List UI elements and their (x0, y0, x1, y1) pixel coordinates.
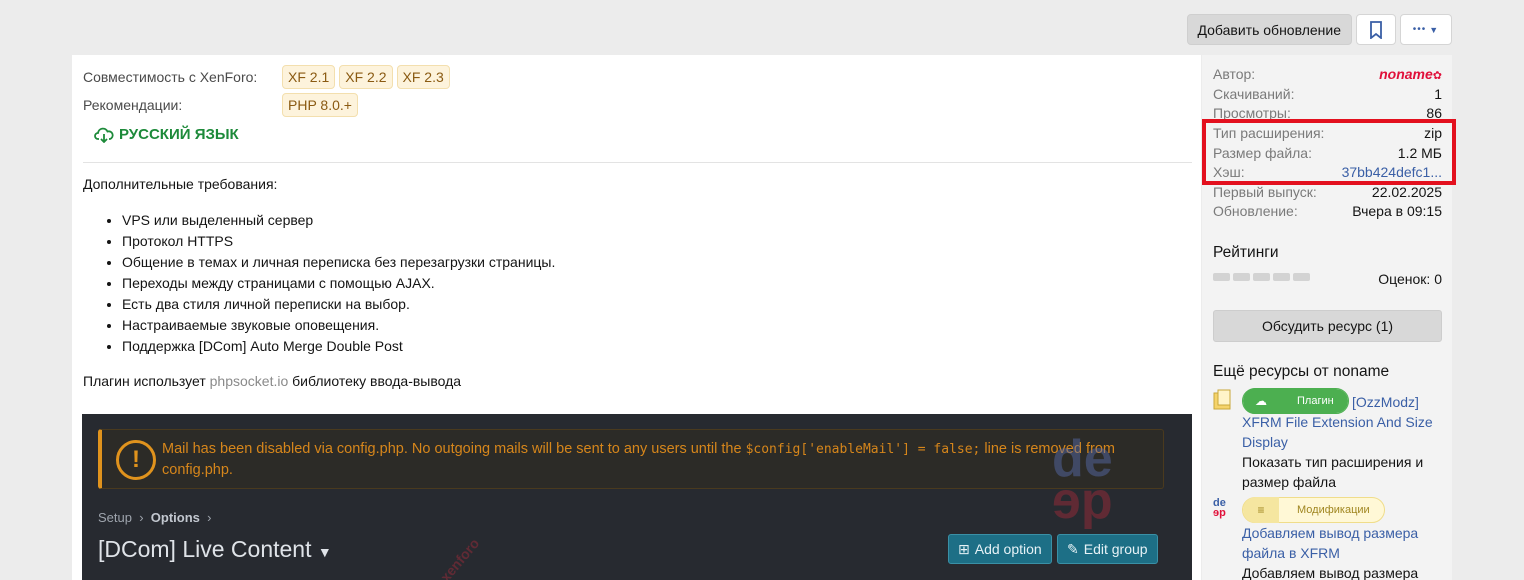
first-release-row: Первый выпуск: 22.02.2025 (1213, 184, 1442, 200)
xenforo-watermark: xenforo (437, 535, 483, 580)
reco-row: Рекомендации: PHP 8.0.+ (83, 93, 362, 117)
downloads-row: Скачиваний: 1 (1213, 86, 1442, 102)
updated-label: Обновление: (1213, 203, 1298, 219)
edit-icon: ✎ (1067, 540, 1079, 557)
compat-chip: XF 2.1 (282, 65, 336, 89)
exclamation-icon: ! (116, 440, 156, 480)
warning-code: $config['enableMail'] = false; (745, 442, 981, 457)
compat-label: Совместимость с XenForo: (83, 69, 258, 85)
resource-description: Добавляем вывод размера (1242, 565, 1419, 580)
first-release-value: 22.02.2025 (1371, 184, 1442, 200)
chevron-down-icon: ▼ (1429, 24, 1440, 35)
list-item: Поддержка [DCom] Auto Merge Double Post (122, 336, 555, 357)
star-icon (1233, 273, 1250, 281)
breadcrumb: Setup › Options › (98, 510, 211, 525)
updated-value: Вчера в 09:15 (1352, 203, 1442, 219)
ellipsis-icon: ••• (1412, 24, 1427, 35)
crumb-setup: Setup (98, 510, 132, 525)
cloud-icon: ☁ (1243, 388, 1279, 414)
discuss-resource-button[interactable]: Обсудить ресурс (1) (1213, 310, 1442, 342)
deep-logo-icon: de ɘp (1213, 497, 1226, 519)
badge-label: Модификации (1297, 504, 1370, 516)
divider (83, 162, 1192, 163)
ratings-count-row: Оценок: 0 (1378, 271, 1442, 287)
resource-item: ☁ Плагин [OzzModz] XFRM File Extension A… (1213, 388, 1443, 498)
list-item: VPS или выделенный сервер (122, 210, 555, 231)
option-group-title: [DCom] Live Content ▼ (98, 536, 332, 563)
author-label: Автор: (1213, 66, 1256, 82)
add-option-label: Add option (974, 541, 1042, 557)
crumb-options: Options (150, 510, 200, 525)
folder-icon (1213, 389, 1235, 411)
deep-watermark-logo: de ɘp (1052, 430, 1113, 530)
author-row: Автор: noname✿ (1213, 66, 1442, 82)
list-item: Переходы между страницами с помощью AJAX… (122, 273, 555, 294)
rating-stars (1213, 273, 1310, 281)
author-link[interactable]: noname✿ (1379, 66, 1442, 82)
requirements-title: Дополнительные требования: (83, 176, 278, 192)
plugin-badge[interactable]: ☁ Плагин (1242, 388, 1349, 414)
more-resources-heading: Ещё ресурсы от noname (1213, 363, 1390, 380)
chevron-right-icon: › (203, 510, 212, 525)
plugin-note: Плагин использует phpsocket.io библиотек… (83, 373, 461, 389)
star-icon (1253, 273, 1270, 281)
star-icon (1273, 273, 1290, 281)
star-icon (1293, 273, 1310, 281)
resource-actions: Добавить обновление ••• ▼ (1186, 14, 1452, 45)
language-label: РУССКИЙ ЯЗЫК (119, 126, 239, 143)
warning-pre: Mail has been disabled via config.php. N… (162, 441, 742, 457)
plugin-suffix: библиотеку ввода-вывода (292, 373, 462, 389)
compat-chip: XF 2.2 (339, 65, 393, 89)
language-tag: РУССКИЙ ЯЗЫК (94, 126, 239, 143)
resource-item: de ɘp ≡ Модификации Добавляем вывод разме… (1213, 497, 1443, 580)
plus-square-icon: ⊞ (958, 540, 970, 557)
resource-description: Показать тип расширения и размер файла (1242, 454, 1424, 490)
warning-text: Mail has been disabled via config.php. N… (162, 439, 1151, 481)
chevron-right-icon: › (135, 510, 148, 525)
reco-chip: PHP 8.0.+ (282, 93, 358, 117)
edit-group-label: Edit group (1083, 541, 1148, 557)
add-option-button: ⊞ Add option (948, 534, 1052, 564)
add-update-button[interactable]: Добавить обновление (1186, 14, 1352, 45)
requirements-list: VPS или выделенный сервер Протокол HTTPS… (122, 210, 555, 357)
list-item: Есть два стиля личной переписки на выбор… (122, 294, 555, 315)
star-icon (1213, 273, 1230, 281)
ratings-count: Оценок: 0 (1378, 271, 1442, 287)
resource-title-link[interactable]: Добавляем вывод размера файла в XFRM (1242, 523, 1442, 563)
compat-chip: XF 2.3 (396, 65, 450, 89)
highlight-box (1202, 119, 1456, 185)
author-name: noname (1379, 66, 1433, 82)
compat-row: Совместимость с XenForo: XF 2.1 XF 2.2 X… (83, 65, 454, 89)
resource-description: Совместимость с XenForo: XF 2.1 XF 2.2 X… (72, 55, 1201, 580)
list-item: Настраиваемые звуковые оповещения. (122, 315, 555, 336)
edit-group-button: ✎ Edit group (1057, 534, 1158, 564)
list-item: Протокол HTTPS (122, 231, 555, 252)
bookmark-button[interactable] (1356, 14, 1396, 45)
embedded-screenshot: ! Mail has been disabled via config.php.… (82, 414, 1192, 580)
updated-row: Обновление: Вчера в 09:15 (1213, 203, 1442, 219)
resource-tag-link[interactable]: [OzzModz] (1352, 392, 1419, 412)
modification-badge[interactable]: ≡ Модификации (1242, 497, 1385, 523)
mail-warning: ! Mail has been disabled via config.php.… (98, 429, 1164, 489)
reco-label: Рекомендации: (83, 97, 183, 113)
phpsocket-link[interactable]: phpsocket.io (210, 373, 289, 389)
list-item: Общение в темах и личная переписка без п… (122, 252, 555, 273)
ratings-heading: Рейтинги (1213, 244, 1279, 261)
resource-title-link[interactable]: XFRM File Extension And Size Display (1242, 412, 1447, 452)
more-menu-button[interactable]: ••• ▼ (1400, 14, 1452, 45)
cloud-download-icon (94, 127, 114, 143)
badge-label: Плагин (1279, 389, 1348, 413)
first-release-label: Первый выпуск: (1213, 184, 1317, 200)
verified-icon: ✿ (1432, 70, 1442, 82)
list-icon: ≡ (1243, 497, 1279, 523)
downloads-label: Скачиваний: (1213, 86, 1295, 102)
caret-down-icon: ▼ (317, 544, 332, 560)
downloads-value: 1 (1434, 86, 1442, 102)
bookmark-icon (1370, 20, 1382, 39)
plugin-prefix: Плагин использует (83, 373, 206, 389)
option-group-title-text: [DCom] Live Content (98, 536, 312, 562)
